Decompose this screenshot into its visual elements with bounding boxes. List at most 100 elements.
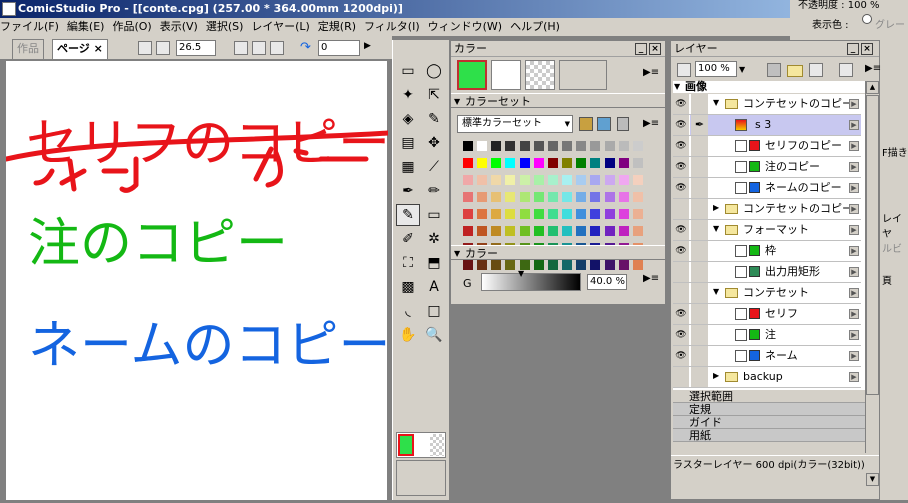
palette-swatch[interactable] — [632, 175, 643, 185]
tab-page[interactable]: ページ × — [52, 39, 108, 59]
layer-menu-icon[interactable]: ▶ — [849, 204, 859, 214]
sub-color-slot[interactable] — [415, 434, 429, 456]
palette-swatch[interactable] — [491, 158, 502, 168]
edit-toggle[interactable] — [691, 241, 708, 261]
palette-swatch[interactable] — [576, 192, 587, 202]
eye-icon[interactable]: 👁 — [673, 157, 690, 177]
palette-swatch[interactable] — [519, 175, 530, 185]
palette-swatch[interactable] — [463, 209, 473, 219]
palette-swatch[interactable] — [477, 260, 488, 270]
layer-row[interactable]: 👁 枠 ▶ — [673, 241, 861, 262]
layer-menu-icon[interactable]: ▶ — [849, 141, 859, 151]
lock-icon[interactable] — [839, 63, 853, 77]
layer-menu-icon[interactable]: ▶ — [849, 288, 859, 298]
pattern-tool-icon[interactable]: ⬒ — [422, 252, 446, 274]
transparent-slot[interactable] — [430, 434, 444, 456]
pencil-tool-icon[interactable]: ✏ — [422, 180, 446, 202]
palette-swatch[interactable] — [547, 226, 558, 236]
palette-swatch[interactable] — [590, 141, 601, 151]
visibility-toggle[interactable] — [673, 262, 690, 282]
layer-menu-icon[interactable]: ▶ — [849, 120, 859, 130]
palette-swatch[interactable] — [618, 141, 629, 151]
radio-gray[interactable] — [862, 14, 872, 24]
layer-menu-icon[interactable]: ▶ — [849, 162, 859, 172]
layer-row[interactable]: ▼ コンテセット ▶ — [673, 283, 861, 304]
palette-swatch[interactable] — [505, 226, 516, 236]
new-layer-icon[interactable] — [767, 63, 781, 77]
palette-swatch[interactable] — [604, 158, 615, 168]
palette-swatch[interactable] — [505, 209, 516, 219]
main-color-slot[interactable] — [398, 434, 414, 456]
scroll-thumb[interactable] — [866, 95, 879, 395]
palette-swatch[interactable] — [632, 260, 643, 270]
palette-swatch[interactable] — [477, 141, 488, 151]
rotate-field[interactable]: 0 — [318, 40, 360, 56]
trash-icon[interactable] — [809, 63, 823, 77]
palette-swatch[interactable] — [477, 209, 488, 219]
tab-work[interactable]: 作品 — [12, 39, 44, 59]
palette-swatch[interactable] — [604, 141, 615, 151]
palette-swatch[interactable] — [463, 158, 473, 168]
minimize-icon[interactable]: _ — [847, 43, 859, 55]
palette-swatch[interactable] — [547, 175, 558, 185]
layer-menu-icon[interactable]: ▶ — [849, 372, 859, 382]
palette-swatch[interactable] — [632, 209, 643, 219]
edit-toggle[interactable] — [691, 220, 708, 240]
transparent-swatch[interactable] — [525, 60, 555, 90]
layer-row[interactable]: 👁 ネームのコピー ▶ — [673, 178, 861, 199]
menu-item[interactable]: 選択(S) — [206, 20, 244, 33]
palette-swatch[interactable] — [576, 260, 587, 270]
palette-swatch[interactable] — [618, 226, 629, 236]
eye-icon[interactable]: 👁 — [673, 325, 690, 345]
gray-slider[interactable]: ▼ — [481, 269, 581, 291]
menu-item[interactable]: ファイル(F) — [0, 20, 59, 33]
eye-icon[interactable]: 👁 — [673, 178, 690, 198]
palette-swatch[interactable] — [505, 141, 516, 151]
select-tool-icon[interactable]: ⇱ — [422, 84, 446, 106]
eye-icon[interactable]: 👁 — [673, 346, 690, 366]
eye-icon[interactable]: 👁 — [673, 94, 690, 114]
palette-swatch[interactable] — [604, 226, 615, 236]
palette-swatch[interactable] — [618, 192, 629, 202]
palette-swatch[interactable] — [519, 141, 530, 151]
colorset-edit-icon[interactable] — [579, 117, 593, 131]
palette-swatch[interactable] — [562, 209, 573, 219]
colorset-select[interactable]: 標準カラーセット ▼ — [457, 115, 573, 133]
eye-icon[interactable]: 👁 — [673, 136, 690, 156]
menu-item[interactable]: 表示(V) — [160, 20, 198, 33]
edit-toggle[interactable] — [691, 178, 708, 198]
palette-swatch[interactable] — [590, 226, 601, 236]
slider-handle-icon[interactable]: ▼ — [518, 269, 524, 278]
expand-icon[interactable]: ▼ — [713, 287, 719, 296]
palette-swatch[interactable] — [632, 141, 643, 151]
palette-swatch[interactable] — [519, 158, 530, 168]
palette-swatch[interactable] — [576, 141, 587, 151]
drawing-canvas[interactable]: セリフのコピー 注のコピー ネームのコピー — [3, 61, 391, 500]
layer-row[interactable]: ▶ コンテセットのコピー ▶ — [673, 199, 861, 220]
palette-swatch[interactable] — [547, 141, 558, 151]
zoom-tool-icon[interactable]: 🔍 — [422, 324, 446, 346]
palette-swatch[interactable] — [477, 192, 488, 202]
layer-row[interactable]: 👁 ネーム ▶ — [673, 346, 861, 367]
rotate-arrow-icon[interactable]: ↷ — [300, 40, 311, 55]
palette-swatch[interactable] — [576, 158, 587, 168]
menu-item[interactable]: 定規(R) — [318, 20, 356, 33]
menu-item[interactable]: ウィンドウ(W) — [428, 20, 502, 33]
scroll-up-icon[interactable]: ▲ — [866, 81, 879, 94]
hand-tool-icon[interactable]: ✋ — [396, 324, 420, 346]
palette-swatch[interactable] — [491, 141, 502, 151]
ruler-tool-icon[interactable]: ⟋ — [422, 156, 446, 178]
panel-menu-icon[interactable]: ▶≡ — [643, 67, 659, 78]
edit-toggle[interactable] — [691, 136, 708, 156]
palette-swatch[interactable] — [533, 175, 544, 185]
palette-swatch[interactable] — [632, 192, 643, 202]
layer-row[interactable]: 👁 セリフのコピー ▶ — [673, 136, 861, 157]
menu-item[interactable]: 編集(E) — [67, 20, 105, 33]
layer-scrollbar[interactable]: ▲ ▼ — [865, 81, 879, 486]
palette-swatch[interactable] — [477, 158, 488, 168]
palette-swatch[interactable] — [562, 192, 573, 202]
edit-toggle[interactable] — [691, 262, 708, 282]
layer-row[interactable]: 👁 注のコピー ▶ — [673, 157, 861, 178]
palette-swatch[interactable] — [604, 175, 615, 185]
menu-item[interactable]: レイヤー(L) — [251, 20, 309, 33]
